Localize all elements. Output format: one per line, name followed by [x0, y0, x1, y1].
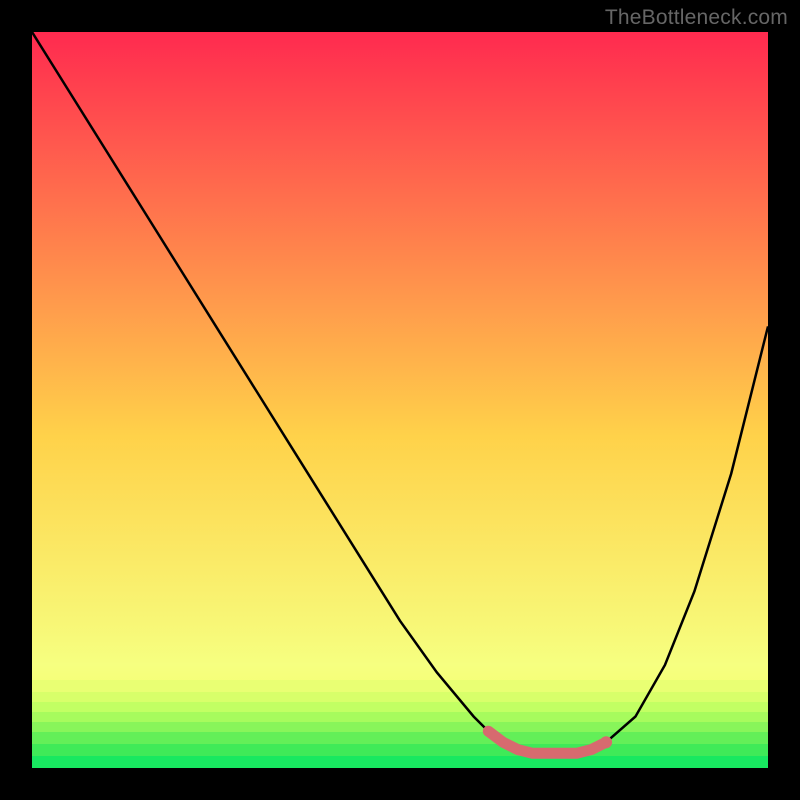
- plot-area: [32, 32, 768, 768]
- band-1: [32, 680, 768, 692]
- band-3: [32, 702, 768, 712]
- band-4: [32, 712, 768, 722]
- bottom-bands: [32, 680, 768, 768]
- band-7: [32, 744, 768, 756]
- gradient-background: [32, 32, 768, 768]
- chart-frame: TheBottleneck.com: [0, 0, 800, 800]
- band-5: [32, 722, 768, 732]
- optimal-zone-end-dot: [600, 736, 612, 748]
- band-2: [32, 692, 768, 702]
- chart-svg: [32, 32, 768, 768]
- band-8: [32, 756, 768, 768]
- band-6: [32, 732, 768, 744]
- watermark-text: TheBottleneck.com: [605, 6, 788, 30]
